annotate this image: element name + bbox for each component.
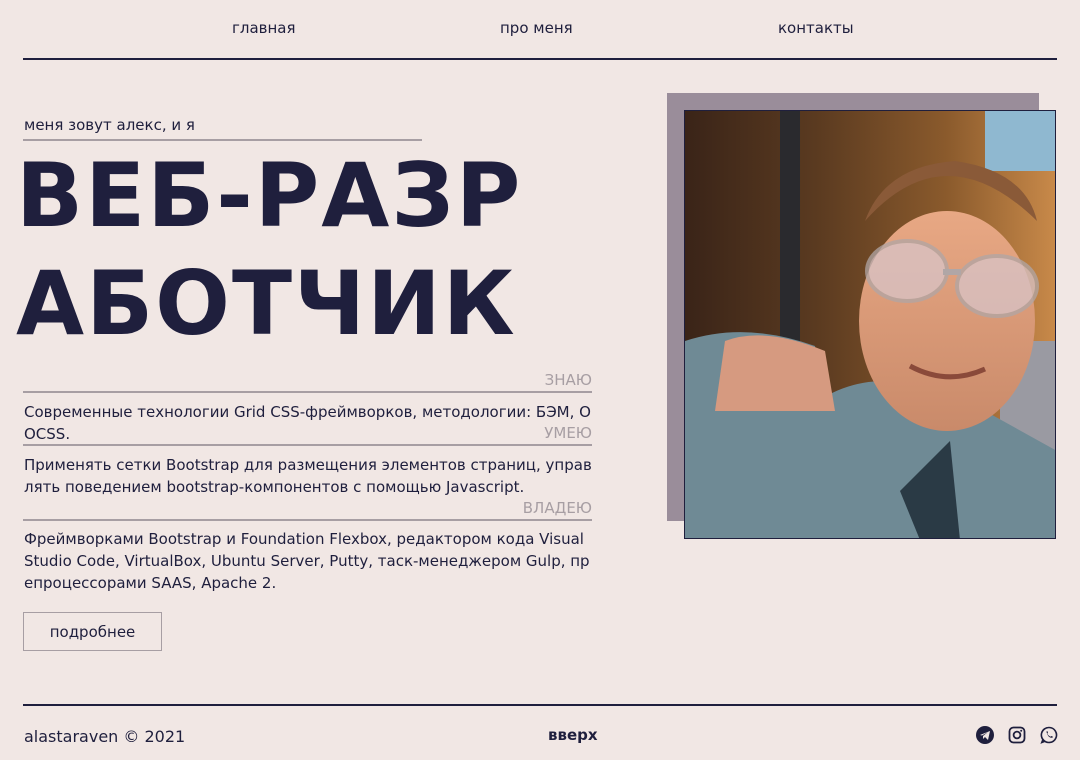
footer-divider (23, 704, 1057, 706)
skill-heading-know: ЗНАЮ (544, 371, 592, 389)
top-nav: главная про меня контакты (0, 0, 1080, 58)
skill-text-own: Фреймворками Bootstrap и Foundation Flex… (24, 530, 590, 592)
nav-contacts-link[interactable]: контакты (778, 19, 854, 37)
telegram-icon[interactable] (976, 726, 994, 744)
skill-divider (23, 444, 592, 446)
intro-text: меня зовут алекс, и я (24, 116, 195, 134)
skill-heading-can: УМЕЮ (544, 424, 592, 442)
profile-photo-illustration (685, 111, 1055, 538)
intro-underline (23, 139, 422, 141)
skill-text-know: Современные технологии Grid CSS-фреймвор… (24, 403, 591, 443)
nav-home-link[interactable]: главная (232, 19, 296, 37)
back-to-top-link[interactable]: вверх (548, 726, 598, 744)
more-button[interactable]: подробнее (23, 612, 162, 651)
title-line-2: АБОТЧИК (16, 252, 517, 355)
skill-heading-own: ВЛАДЕЮ (522, 499, 592, 517)
title-line-1: ВЕБ-РАЗР (16, 144, 523, 247)
nav-about-link[interactable]: про меня (500, 19, 573, 37)
header-divider (23, 58, 1057, 60)
skill-divider (23, 391, 592, 393)
social-icons (976, 726, 1058, 744)
whatsapp-icon[interactable] (1040, 726, 1058, 744)
copyright-text: alastaraven © 2021 (24, 727, 186, 746)
skill-divider (23, 519, 592, 521)
profile-photo (684, 110, 1056, 539)
instagram-icon[interactable] (1008, 726, 1026, 744)
skill-text-can: Применять сетки Bootstrap для размещения… (24, 456, 592, 496)
